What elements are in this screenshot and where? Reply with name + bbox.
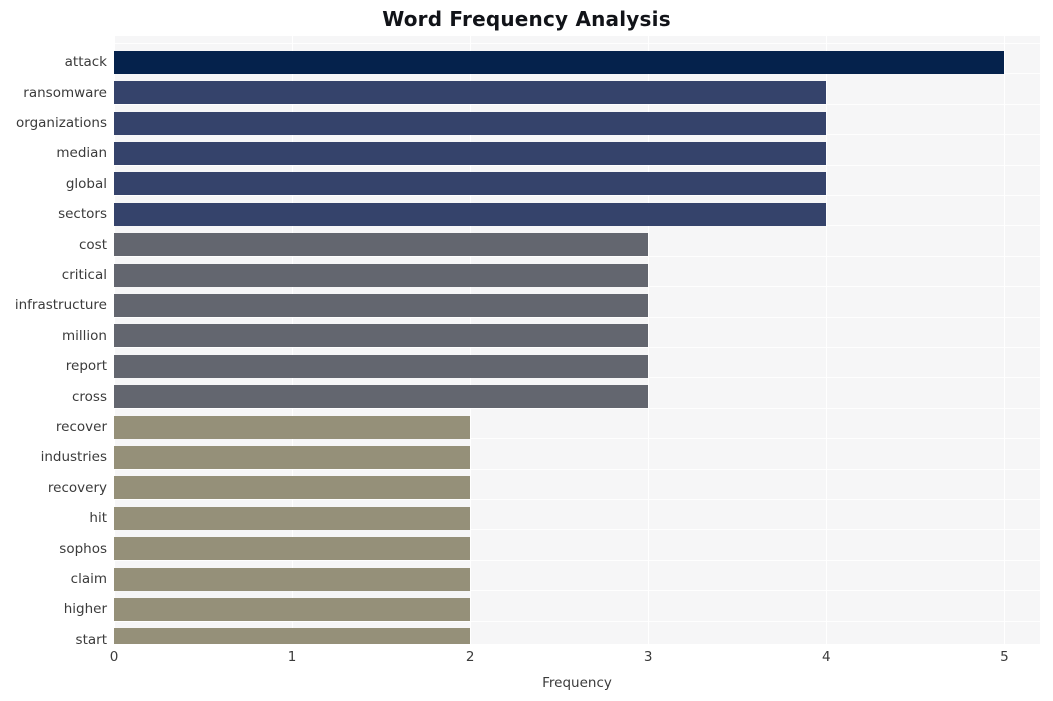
bar	[114, 445, 471, 469]
y-axis-tick-label: hit	[89, 510, 107, 527]
y-axis-tick-labels: attack ransomware organizations median globa…	[0, 36, 107, 648]
y-axis-tick-label: start	[75, 631, 107, 648]
bar	[114, 354, 649, 378]
bar	[114, 385, 649, 409]
y-axis-tick-label: infrastructure	[14, 297, 107, 314]
y-axis-tick-label: cost	[78, 236, 107, 253]
bar	[114, 597, 471, 621]
y-axis-tick-label: recover	[55, 419, 107, 435]
y-axis-tick-label: median	[56, 145, 107, 162]
bar	[114, 111, 827, 135]
y-axis-tick-label: global	[65, 175, 107, 192]
bar	[114, 293, 649, 317]
y-axis-tick-label: industries	[40, 449, 107, 466]
y-axis-tick-label: report	[65, 358, 107, 375]
y-axis-tick-label: attack	[64, 54, 107, 71]
bar	[114, 506, 471, 530]
x-axis-tick-label: 1	[287, 649, 297, 665]
y-axis-tick-label: million	[62, 327, 107, 344]
x-axis-tick-labels: 0 1 2 3 4 5	[110, 648, 1040, 668]
x-axis-tick-label: 3	[643, 649, 653, 665]
y-axis-tick-label: claim	[70, 571, 107, 587]
bar	[114, 324, 649, 348]
y-axis-tick-label: critical	[61, 267, 107, 283]
y-axis-tick-label: sophos	[59, 540, 107, 557]
x-axis-tick-label: 0	[109, 649, 119, 665]
y-axis-tick-label: cross	[71, 388, 107, 405]
bar	[114, 141, 827, 165]
y-axis-tick-label: higher	[63, 601, 107, 618]
bar	[114, 476, 471, 500]
bar	[114, 628, 471, 644]
bar	[114, 415, 471, 439]
x-axis-title: Frequency	[542, 675, 612, 691]
bar	[114, 81, 827, 105]
plot-area	[114, 36, 1040, 644]
bar	[114, 537, 471, 561]
bar	[114, 263, 649, 287]
bar	[114, 202, 827, 226]
y-axis-tick-label: organizations	[16, 115, 107, 131]
y-axis-tick-label: sectors	[58, 206, 107, 223]
bar	[114, 233, 649, 257]
y-axis-tick-label: ransomware	[23, 84, 107, 101]
bar	[114, 567, 471, 591]
chart-title: Word Frequency Analysis	[382, 7, 671, 31]
x-axis-tick-label: 5	[1000, 649, 1009, 665]
y-axis-tick-label: recovery	[47, 479, 107, 496]
word-frequency-chart-figure: Word Frequency Analysis attack ransomware…	[0, 0, 1053, 701]
x-axis-tick-label: 2	[465, 649, 475, 665]
bar	[114, 50, 1005, 74]
bar	[114, 172, 827, 196]
bars-layer	[114, 36, 1040, 644]
x-axis-tick-label: 4	[822, 649, 831, 665]
